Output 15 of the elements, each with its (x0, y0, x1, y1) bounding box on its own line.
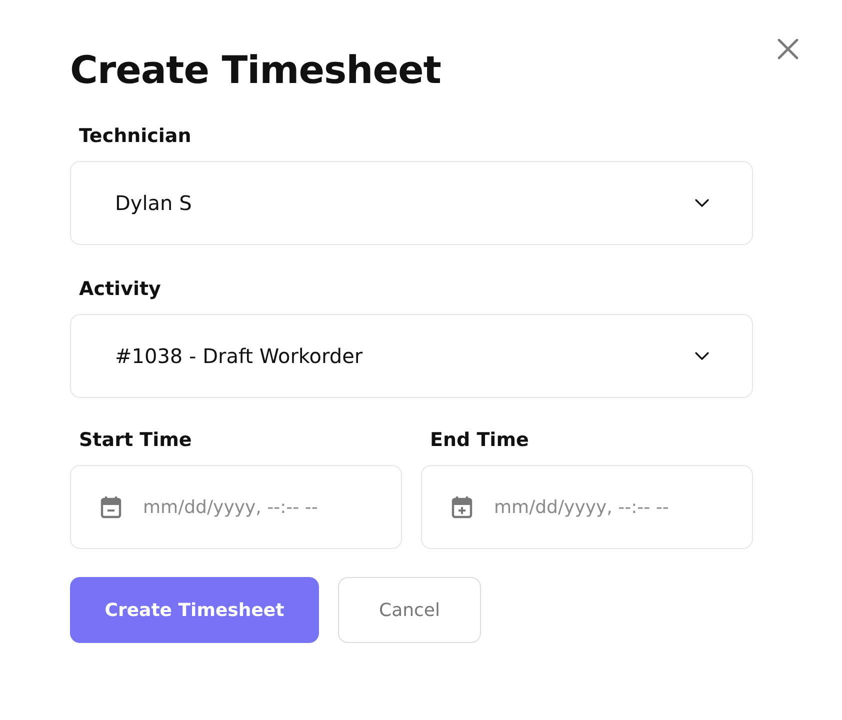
dropdown-field[interactable]: Dylan S (70, 161, 753, 245)
cancel-button[interactable]: Cancel (338, 577, 481, 643)
date-time-field[interactable]: mm/dd/yyyy, --:-- -- (421, 465, 753, 549)
dropdown-field[interactable]: #1038 - Draft Workorder (70, 314, 753, 398)
create-button[interactable]: Create Timesheet (70, 577, 319, 643)
dialog-title: Create Timesheet (70, 47, 441, 94)
selected-value: Dylan S (115, 191, 192, 215)
selected-value: #1038 - Draft Workorder (115, 344, 363, 368)
date-time-field[interactable]: mm/dd/yyyy, --:-- -- (70, 465, 402, 549)
close-button[interactable] (776, 37, 800, 61)
field-label: End Time (430, 429, 530, 451)
field-label: Start Time (79, 429, 193, 451)
field-label: Activity (79, 278, 162, 300)
field-label: Technician (79, 125, 192, 147)
close-icon (776, 37, 800, 61)
